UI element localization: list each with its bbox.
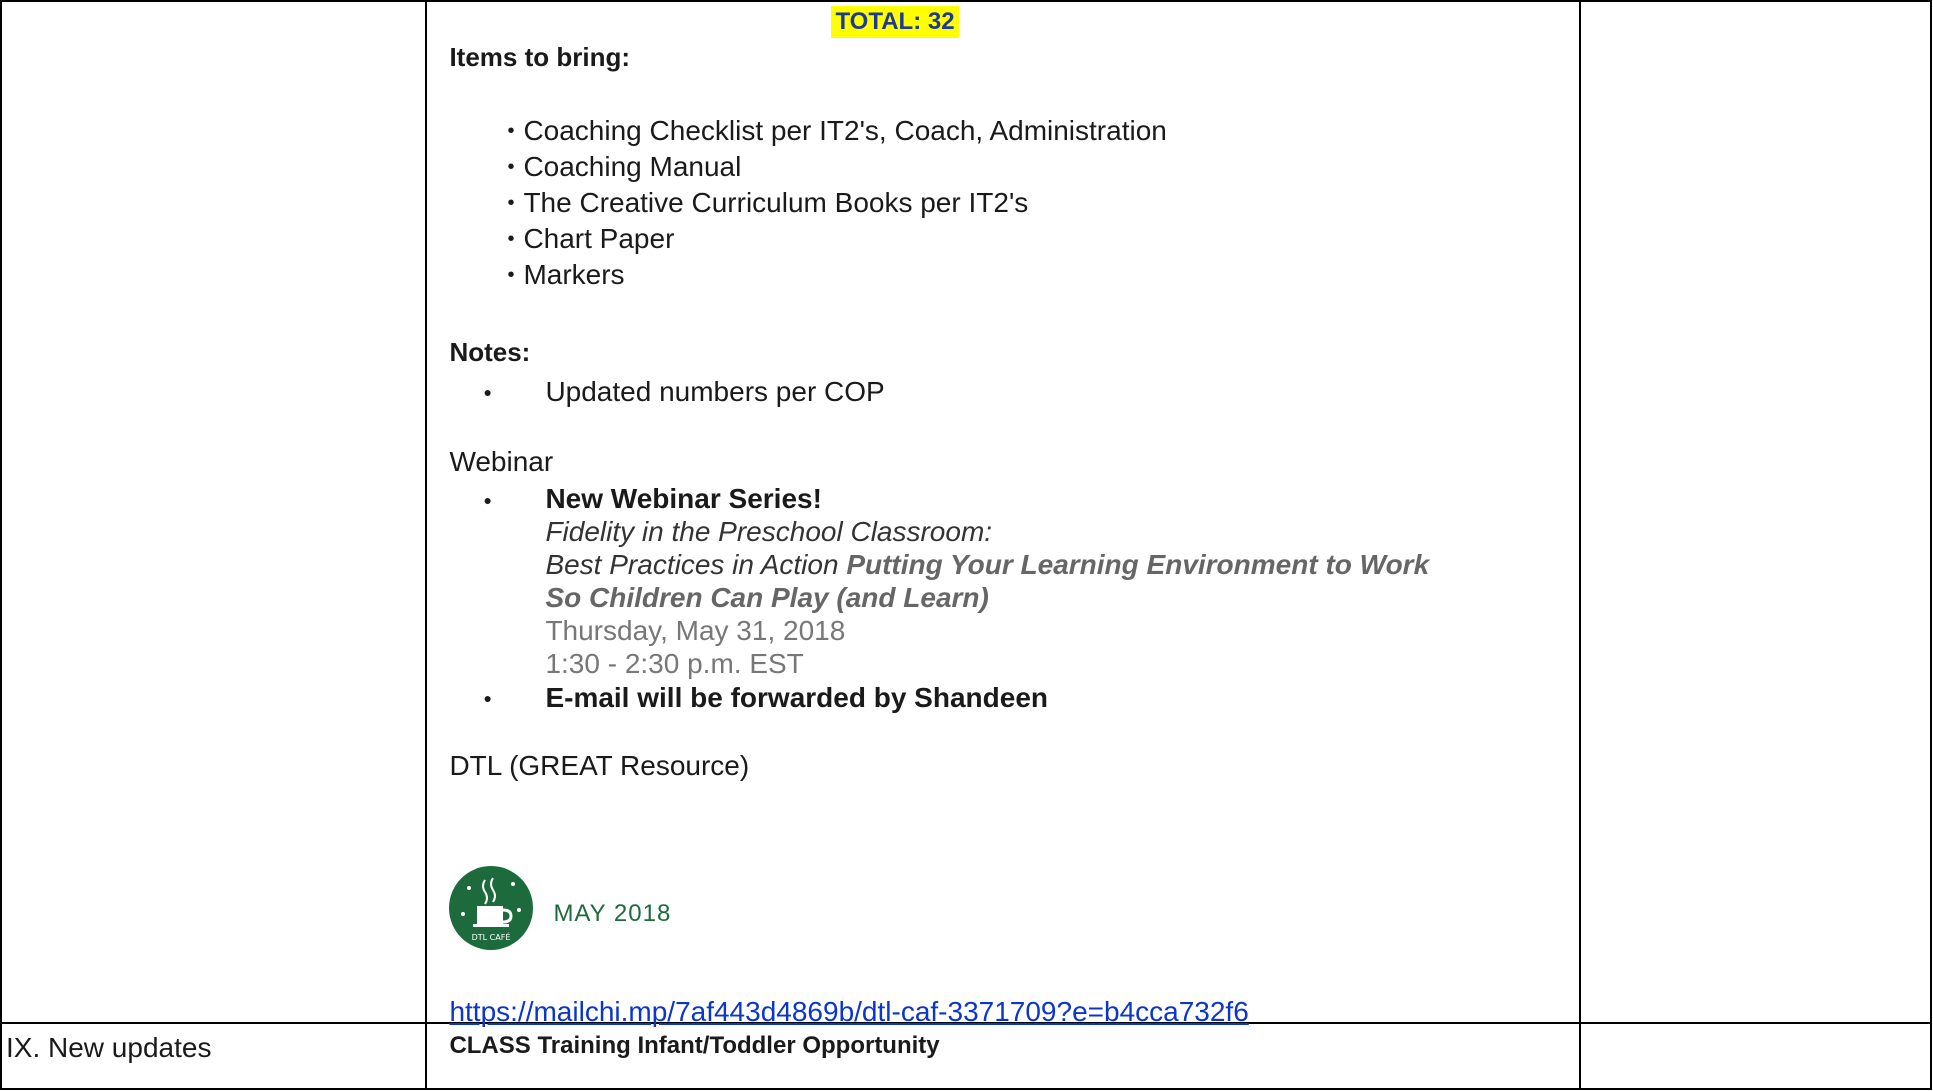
dtl-title: DTL (GREAT Resource) <box>449 750 750 781</box>
list-item: Coaching Checklist per IT2's, Coach, Adm… <box>507 113 1578 149</box>
webinar-line1: Fidelity in the Preschool Classroom: <box>545 516 993 547</box>
total-highlight: TOTAL: 32 <box>831 6 959 38</box>
main-content-cell: TOTAL: 32 Items to bring: Coaching Check… <box>425 0 1581 1027</box>
left-cell-empty <box>0 0 428 1024</box>
notes-list: Updated numbers per COP <box>427 374 1578 410</box>
email-note: E-mail will be forwarded by Shandeen <box>545 682 1048 713</box>
list-item: Markers <box>507 257 1578 293</box>
webinar-line2: Best Practices in Action Putting Your Le… <box>545 548 1578 581</box>
list-item: The Creative Curriculum Books per IT2's <box>507 185 1578 221</box>
table-row: IX. New updates CLASS Training Infant/To… <box>0 1022 1933 1090</box>
logo-text: DTL CAFÉ <box>472 931 511 942</box>
items-to-bring-label: Items to bring: <box>449 42 630 72</box>
list-item-email: E-mail will be forwarded by Shandeen <box>483 680 1578 716</box>
webinar-date: Thursday, May 31, 2018 <box>545 615 846 646</box>
webinar-series: New Webinar Series! <box>545 483 822 514</box>
webinar-time: 1:30 - 2:30 p.m. EST <box>545 648 804 679</box>
dtl-link[interactable]: https://mailchi.mp/7af443d4869b/dtl-caf-… <box>449 996 1248 1028</box>
list-item: Chart Paper <box>507 221 1578 257</box>
logo-caption: MAY 2018 <box>553 900 672 927</box>
webinar-line2-a: Best Practices in Action <box>545 549 847 580</box>
webinar-line2-b: Putting Your Learning Environment to Wor… <box>846 549 1430 580</box>
items-list: Coaching Checklist per IT2's, Coach, Adm… <box>427 113 1578 293</box>
list-item-webinar-series: New Webinar Series! Fidelity in the Pres… <box>483 482 1578 680</box>
list-item: Updated numbers per COP <box>483 374 1578 410</box>
notes-label: Notes: <box>449 337 531 367</box>
agenda-table: TOTAL: 32 Items to bring: Coaching Check… <box>0 0 1933 1090</box>
webinar-list: New Webinar Series! Fidelity in the Pres… <box>427 482 1578 716</box>
dtl-cafe-logo: DTL CAFÉ MAY 2018 <box>449 864 671 952</box>
right-cell-empty <box>1578 0 1933 1024</box>
row-ix-content: CLASS Training Infant/Toddler Opportunit… <box>425 1022 1581 1090</box>
webinar-title: Webinar <box>449 446 554 477</box>
right-cell-empty <box>1578 1022 1933 1090</box>
coffee-cup-icon: DTL CAFÉ <box>449 866 534 950</box>
row-ix-label: IX. New updates <box>0 1022 428 1090</box>
total-wrap: TOTAL: 32 <box>427 2 1578 40</box>
table-row: TOTAL: 32 Items to bring: Coaching Check… <box>0 0 1933 1027</box>
webinar-line3: So Children Can Play (and Learn) <box>545 582 989 613</box>
list-item: Coaching Manual <box>507 149 1578 185</box>
